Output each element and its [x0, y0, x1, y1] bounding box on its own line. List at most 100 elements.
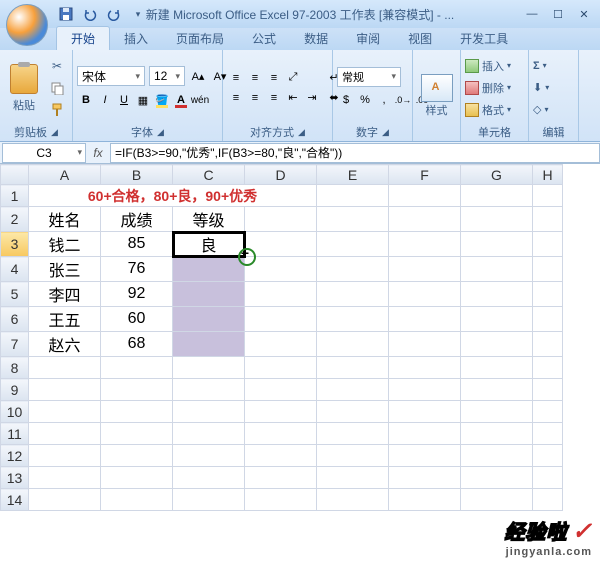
cell[interactable]	[389, 185, 461, 207]
cell[interactable]	[245, 379, 317, 401]
save-icon[interactable]	[56, 4, 76, 24]
font-color-button[interactable]: A	[172, 91, 190, 109]
cell[interactable]	[317, 232, 389, 257]
col-header-G[interactable]: G	[461, 165, 533, 185]
cell-A3[interactable]: 钱二	[29, 232, 101, 257]
align-left-icon[interactable]: ≡	[227, 89, 245, 107]
cell[interactable]	[533, 232, 563, 257]
cell[interactable]	[389, 489, 461, 511]
cell-A1[interactable]: 60+合格，80+良，90+优秀	[29, 185, 317, 207]
cell[interactable]	[461, 379, 533, 401]
align-bottom-icon[interactable]: ≡	[265, 69, 283, 87]
col-header-H[interactable]: H	[533, 165, 563, 185]
row-header-8[interactable]: 8	[1, 357, 29, 379]
cell[interactable]	[461, 489, 533, 511]
cell[interactable]	[245, 423, 317, 445]
cell-A5[interactable]: 李四	[29, 282, 101, 307]
cell[interactable]	[245, 489, 317, 511]
phonetic-button[interactable]: wén	[191, 91, 209, 109]
cell[interactable]	[29, 489, 101, 511]
cell-C4[interactable]	[173, 257, 245, 282]
cell-B5[interactable]: 92	[101, 282, 173, 307]
currency-icon[interactable]: $	[337, 91, 355, 109]
percent-icon[interactable]: %	[356, 91, 374, 109]
cell[interactable]	[317, 207, 389, 232]
tab-developer[interactable]: 开发工具	[446, 27, 522, 50]
col-header-D[interactable]: D	[245, 165, 317, 185]
cell[interactable]	[389, 379, 461, 401]
cell-B6[interactable]: 60	[101, 307, 173, 332]
cell[interactable]	[461, 207, 533, 232]
cell-C5[interactable]	[173, 282, 245, 307]
cell[interactable]	[101, 423, 173, 445]
cell[interactable]	[317, 445, 389, 467]
grow-font-icon[interactable]: A▴	[189, 67, 207, 85]
fill-color-button[interactable]: 🪣	[153, 91, 171, 109]
cell-B7[interactable]: 68	[101, 332, 173, 357]
cell[interactable]	[245, 401, 317, 423]
cell[interactable]	[245, 307, 317, 332]
cell[interactable]	[461, 232, 533, 257]
row-header-12[interactable]: 12	[1, 445, 29, 467]
underline-button[interactable]: U	[115, 91, 133, 109]
cell[interactable]	[101, 379, 173, 401]
office-button[interactable]	[6, 4, 48, 46]
cell[interactable]	[101, 467, 173, 489]
tab-data[interactable]: 数据	[290, 27, 342, 50]
cell[interactable]	[389, 257, 461, 282]
cell[interactable]	[29, 379, 101, 401]
cell[interactable]	[245, 332, 317, 357]
row-header-7[interactable]: 7	[1, 332, 29, 357]
cell[interactable]	[173, 467, 245, 489]
row-header-10[interactable]: 10	[1, 401, 29, 423]
cell[interactable]	[533, 207, 563, 232]
cell[interactable]	[533, 257, 563, 282]
cell-A4[interactable]: 张三	[29, 257, 101, 282]
cell[interactable]	[173, 379, 245, 401]
format-button[interactable]: 格式▾	[465, 100, 511, 120]
cell-C7[interactable]	[173, 332, 245, 357]
cell[interactable]	[245, 207, 317, 232]
cell[interactable]	[29, 423, 101, 445]
tab-review[interactable]: 审阅	[342, 27, 394, 50]
clear-button[interactable]: ◇▾	[533, 100, 548, 120]
row-header-5[interactable]: 5	[1, 282, 29, 307]
cell[interactable]	[461, 467, 533, 489]
increase-indent-icon[interactable]: ⇥	[303, 89, 321, 107]
copy-icon[interactable]	[46, 78, 68, 98]
tab-home[interactable]: 开始	[56, 26, 110, 50]
cell[interactable]	[173, 445, 245, 467]
cell[interactable]	[101, 357, 173, 379]
formula-input[interactable]: =IF(B3>=90,"优秀",IF(B3>=80,"良","合格"))	[110, 143, 600, 163]
align-right-icon[interactable]: ≡	[265, 89, 283, 107]
font-dialog-launcher[interactable]: ◢	[157, 127, 164, 138]
align-top-icon[interactable]: ≡	[227, 69, 245, 87]
paste-button[interactable]: 粘贴	[4, 55, 44, 121]
cell[interactable]	[461, 401, 533, 423]
cell[interactable]	[29, 467, 101, 489]
increase-decimal-icon[interactable]: .0→	[394, 91, 412, 109]
col-header-C[interactable]: C	[173, 165, 245, 185]
fx-button[interactable]: fx	[86, 146, 110, 160]
cell[interactable]	[533, 401, 563, 423]
cell[interactable]	[317, 257, 389, 282]
autosum-button[interactable]: Σ▾	[533, 56, 547, 76]
font-name-combo[interactable]: 宋体▾	[77, 66, 145, 86]
align-middle-icon[interactable]: ≡	[246, 69, 264, 87]
select-all-corner[interactable]	[1, 165, 29, 185]
border-button[interactable]: ▦	[134, 91, 152, 109]
cell[interactable]	[317, 307, 389, 332]
styles-button[interactable]: A 样式	[417, 66, 456, 126]
number-dialog-launcher[interactable]: ◢	[382, 127, 389, 138]
insert-button[interactable]: 插入▾	[465, 56, 511, 76]
cell[interactable]	[317, 467, 389, 489]
cell[interactable]	[245, 257, 317, 282]
tab-insert[interactable]: 插入	[110, 27, 162, 50]
row-header-6[interactable]: 6	[1, 307, 29, 332]
undo-icon[interactable]	[80, 4, 100, 24]
cell[interactable]	[533, 282, 563, 307]
alignment-dialog-launcher[interactable]: ◢	[298, 127, 305, 138]
name-box[interactable]: C3	[2, 143, 86, 163]
cell[interactable]	[533, 467, 563, 489]
cell-A7[interactable]: 赵六	[29, 332, 101, 357]
